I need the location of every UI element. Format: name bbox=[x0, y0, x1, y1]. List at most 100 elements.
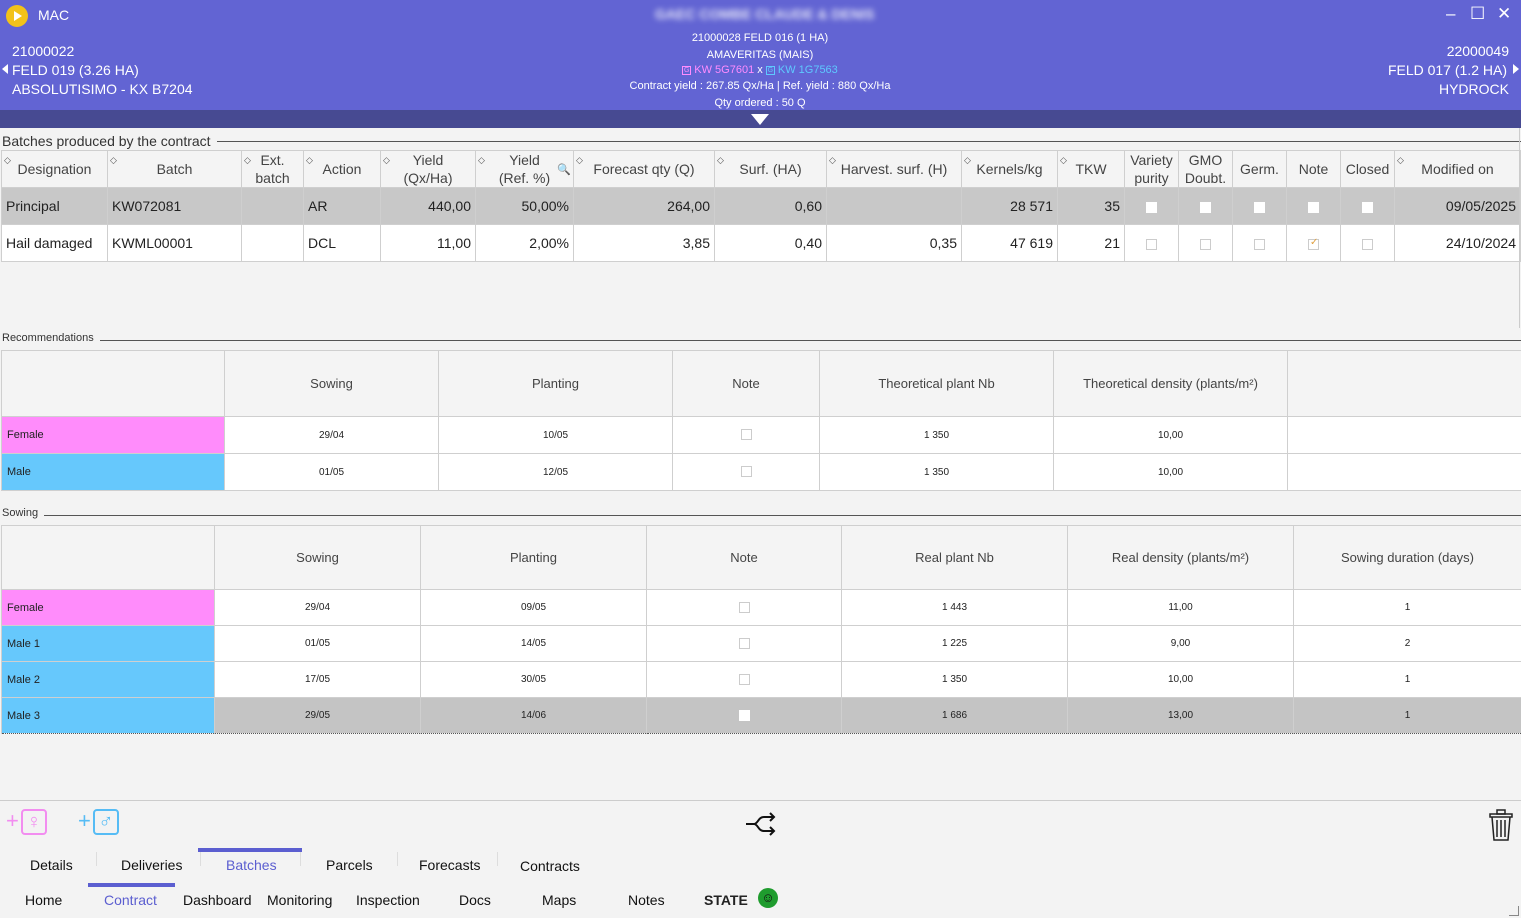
resize-grip-icon[interactable] bbox=[1509, 906, 1519, 916]
cell-note[interactable] bbox=[646, 589, 842, 626]
add-male-button[interactable]: + ♂ bbox=[78, 808, 119, 836]
next-contract-id[interactable]: 22000049 bbox=[1447, 42, 1509, 61]
cell-checkbox[interactable] bbox=[1286, 187, 1341, 225]
note-checkbox[interactable] bbox=[738, 637, 750, 649]
sort-icon[interactable]: ◇ bbox=[478, 152, 485, 170]
checkbox[interactable] bbox=[1254, 201, 1265, 213]
col-header-11[interactable]: Variety purity bbox=[1124, 150, 1179, 188]
table-row[interactable]: Male 1 01/05 14/05 1 225 9,00 2 bbox=[1, 625, 1521, 662]
note-checkbox[interactable] bbox=[738, 709, 750, 721]
col-header-1[interactable]: ◇ Batch bbox=[107, 150, 242, 188]
prev-contract-id[interactable]: 21000022 bbox=[12, 42, 74, 61]
sort-icon[interactable]: ◇ bbox=[964, 152, 971, 170]
note-checkbox[interactable] bbox=[740, 429, 752, 441]
checkbox[interactable] bbox=[1362, 238, 1373, 250]
cell-checkbox[interactable] bbox=[1340, 224, 1395, 262]
maximize-button[interactable]: ☐ bbox=[1470, 4, 1485, 24]
tab-contract[interactable]: Contract bbox=[104, 892, 157, 908]
col-header-8[interactable]: ◇ Harvest. surf. (H) bbox=[826, 150, 962, 188]
table-row[interactable]: Female 29/04 09/05 1 443 11,00 1 bbox=[1, 589, 1521, 626]
col-header-16[interactable]: ◇ Modified on bbox=[1394, 150, 1521, 188]
col-header-13[interactable]: Germ. bbox=[1232, 150, 1287, 188]
sort-icon[interactable]: ◇ bbox=[1397, 152, 1404, 170]
col-header-10[interactable]: ◇ TKW bbox=[1057, 150, 1125, 188]
tab-contracts[interactable]: Contracts bbox=[520, 858, 580, 874]
prev-contract-arrow-icon[interactable] bbox=[2, 64, 8, 74]
note-checkbox[interactable] bbox=[738, 673, 750, 685]
cell-checkbox[interactable] bbox=[1124, 187, 1179, 225]
tab-batches[interactable]: Batches bbox=[226, 857, 277, 873]
table-row[interactable]: Female 29/04 10/05 1 350 10,00 bbox=[1, 416, 1521, 454]
sort-icon[interactable]: ◇ bbox=[1060, 152, 1067, 170]
tab-deliveries[interactable]: Deliveries bbox=[121, 857, 182, 873]
checkbox[interactable] bbox=[1200, 201, 1211, 213]
next-contract-field[interactable]: FELD 017 (1.2 HA) bbox=[1388, 61, 1507, 80]
checkbox[interactable] bbox=[1146, 238, 1157, 250]
tab-home[interactable]: Home bbox=[25, 892, 62, 908]
col-header-5[interactable]: ◇ Yield (Ref. %) 🔍 bbox=[475, 150, 574, 188]
sort-icon[interactable]: ◇ bbox=[110, 152, 117, 170]
batch-row[interactable]: Hail damaged KWML00001 DCL 11,00 2,00% 3,85 0,… bbox=[1, 224, 1521, 262]
col-header-2[interactable]: ◇ Ext. batch bbox=[241, 150, 304, 188]
close-button[interactable]: ✕ bbox=[1497, 4, 1511, 24]
prev-contract-field[interactable]: FELD 019 (3.26 HA) bbox=[12, 61, 139, 80]
tab-maps[interactable]: Maps bbox=[542, 892, 576, 908]
col-header-15[interactable]: Closed bbox=[1340, 150, 1395, 188]
tab-inspection[interactable]: Inspection bbox=[356, 892, 420, 908]
col-header-7[interactable]: ◇ Surf. (HA) bbox=[714, 150, 827, 188]
table-row[interactable]: Male 01/05 12/05 1 350 10,00 bbox=[1, 453, 1521, 491]
trash-icon[interactable] bbox=[1489, 809, 1513, 846]
tab-parcels[interactable]: Parcels bbox=[326, 857, 373, 873]
sort-icon[interactable]: ◇ bbox=[244, 152, 251, 170]
col-header-4[interactable]: ◇ Yield (Qx/Ha) bbox=[380, 150, 476, 188]
batch-row[interactable]: Principal KW072081 AR 440,00 50,00% 264,00 0,6… bbox=[1, 187, 1521, 225]
search-icon[interactable]: 🔍 bbox=[557, 161, 571, 179]
col-header-0[interactable]: ◇ Designation bbox=[1, 150, 108, 188]
minimize-button[interactable]: – bbox=[1446, 4, 1455, 24]
checkbox[interactable] bbox=[1308, 237, 1319, 250]
col-header-3[interactable]: ◇ Action bbox=[303, 150, 381, 188]
tab-dashboard[interactable]: Dashboard bbox=[183, 892, 252, 908]
collapse-arrow-icon[interactable] bbox=[751, 114, 769, 125]
add-female-button[interactable]: + ♀ bbox=[6, 808, 47, 836]
state-ok-icon[interactable]: ☺ bbox=[758, 888, 778, 908]
tab-notes[interactable]: Notes bbox=[628, 892, 665, 908]
cell-checkbox[interactable] bbox=[1286, 224, 1341, 262]
sort-icon[interactable]: ◇ bbox=[306, 152, 313, 170]
tab-monitoring[interactable]: Monitoring bbox=[267, 892, 332, 908]
cell-note[interactable] bbox=[646, 625, 842, 662]
col-header-12[interactable]: GMO Doubt. bbox=[1178, 150, 1233, 188]
cell-note[interactable] bbox=[672, 416, 820, 454]
cell-note[interactable] bbox=[646, 697, 842, 734]
checkbox[interactable] bbox=[1200, 238, 1211, 250]
sort-icon[interactable]: ◇ bbox=[829, 152, 836, 170]
cell-checkbox[interactable] bbox=[1340, 187, 1395, 225]
table-row[interactable]: Male 2 17/05 30/05 1 350 10,00 1 bbox=[1, 661, 1521, 698]
sort-icon[interactable]: ◇ bbox=[383, 152, 390, 170]
next-contract-arrow-icon[interactable] bbox=[1513, 64, 1519, 74]
sort-icon[interactable]: ◇ bbox=[576, 152, 583, 170]
tab-docs[interactable]: Docs bbox=[459, 892, 491, 908]
table-row[interactable]: Male 3 29/05 14/06 1 686 13,00 1 bbox=[1, 697, 1521, 734]
tab-forecasts[interactable]: Forecasts bbox=[419, 857, 480, 873]
tab-details[interactable]: Details bbox=[30, 857, 73, 873]
cell-checkbox[interactable] bbox=[1232, 224, 1287, 262]
col-header-9[interactable]: ◇ Kernels/kg bbox=[961, 150, 1058, 188]
checkbox[interactable] bbox=[1146, 201, 1157, 213]
checkbox[interactable] bbox=[1308, 201, 1319, 213]
transfer-icon[interactable] bbox=[744, 811, 778, 843]
col-header-6[interactable]: ◇ Forecast qty (Q) bbox=[573, 150, 715, 188]
cell-note[interactable] bbox=[672, 453, 820, 491]
checkbox[interactable] bbox=[1362, 201, 1373, 213]
sort-icon[interactable]: ◇ bbox=[4, 152, 11, 170]
note-checkbox[interactable] bbox=[740, 466, 752, 478]
header-collapse-strip[interactable] bbox=[0, 110, 1521, 128]
col-header-14[interactable]: Note bbox=[1286, 150, 1341, 188]
cell-checkbox[interactable] bbox=[1232, 187, 1287, 225]
cell-checkbox[interactable] bbox=[1178, 187, 1233, 225]
prev-contract-variety[interactable]: ABSOLUTISIMO - KX B7204 bbox=[12, 80, 193, 99]
checkbox[interactable] bbox=[1254, 238, 1265, 250]
cell-checkbox[interactable] bbox=[1178, 224, 1233, 262]
cell-checkbox[interactable] bbox=[1124, 224, 1179, 262]
cell-note[interactable] bbox=[646, 661, 842, 698]
